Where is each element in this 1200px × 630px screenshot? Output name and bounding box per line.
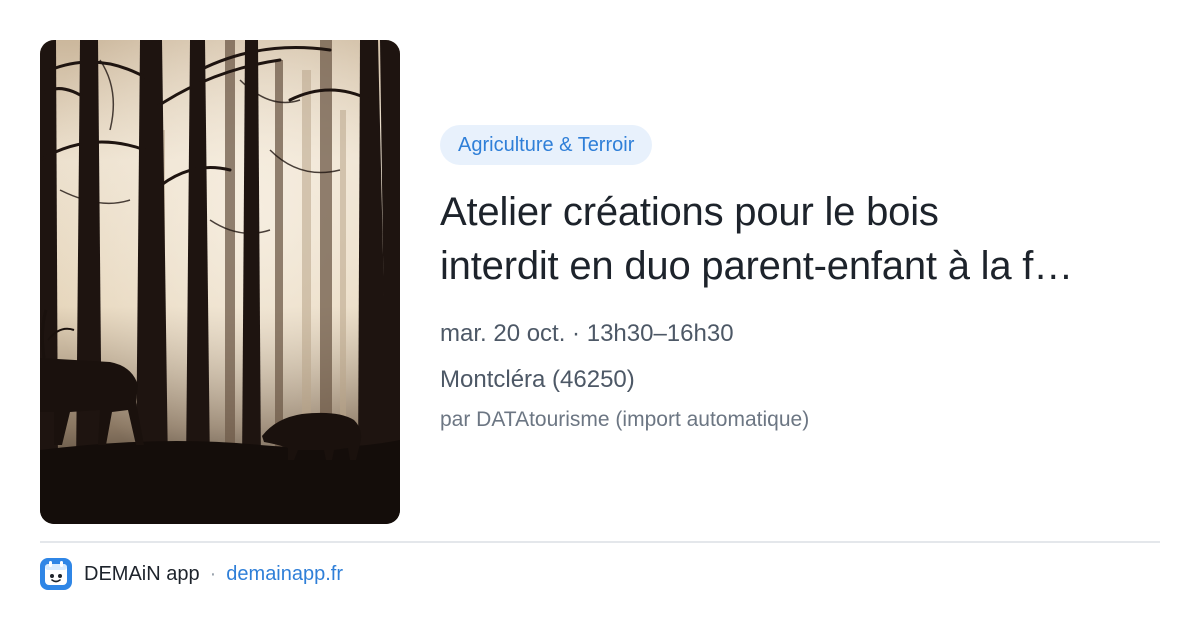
- event-preview-card[interactable]: Agriculture & Terroir Atelier créations …: [0, 0, 1200, 630]
- event-location: Montcléra (46250): [440, 366, 635, 393]
- footer-separator: ·: [209, 562, 217, 585]
- event-source: par DATAtourisme (import automatique): [440, 408, 810, 431]
- event-title-line-2: interdit en duo parent-enfant à la f…: [440, 244, 1074, 288]
- category-tag[interactable]: Agriculture & Terroir: [440, 125, 653, 165]
- demain-app-icon: [40, 558, 72, 590]
- event-details: Agriculture & Terroir Atelier créations …: [440, 125, 1170, 435]
- footer: DEMAiN app · demainapp.fr: [40, 556, 343, 592]
- app-name: DEMAiN app: [84, 562, 200, 585]
- event-image: [40, 40, 400, 524]
- divider: [40, 541, 1160, 543]
- event-title[interactable]: Atelier créations pour le bois interdit …: [440, 185, 1170, 293]
- event-date-time: mar. 20 oct. · 13h30–16h30: [440, 320, 734, 347]
- site-link[interactable]: demainapp.fr: [226, 563, 343, 586]
- event-title-line-1: Atelier créations pour le bois: [440, 190, 939, 234]
